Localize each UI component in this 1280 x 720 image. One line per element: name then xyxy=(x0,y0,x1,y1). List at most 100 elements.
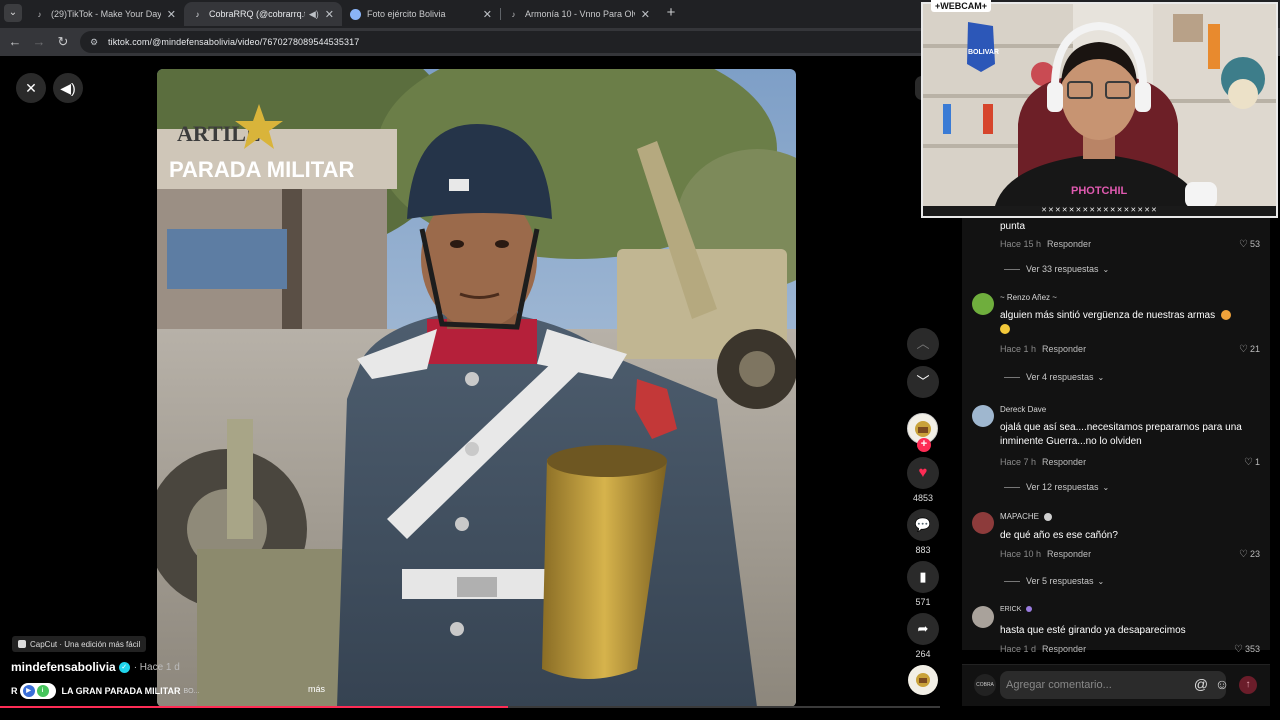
tab-cobrarrq[interactable]: ♪ CobraRRQ (@cobrarrq.tk) | ◀) ✕ xyxy=(184,2,342,26)
comment-meta: Hace 1 h Responder xyxy=(1000,344,1086,354)
ministry-emblem-icon xyxy=(916,673,930,687)
comment-meta: Hace 10 h Responder xyxy=(1000,549,1091,559)
webcam-label: +WEBCAM+ xyxy=(931,0,992,12)
like-button[interactable]: ♥ xyxy=(907,457,939,489)
forward-button[interactable]: → xyxy=(30,33,48,51)
site-info-icon[interactable]: ⚙ xyxy=(88,36,100,48)
music-disc[interactable] xyxy=(908,665,938,695)
tab-search-button[interactable]: ⌄ xyxy=(4,4,22,22)
close-tab-icon[interactable]: ✕ xyxy=(483,8,492,21)
share-button[interactable]: ➦ xyxy=(907,613,939,645)
close-tab-icon[interactable]: ✕ xyxy=(167,8,176,21)
reply-button[interactable]: Responder xyxy=(1047,549,1091,559)
follow-button[interactable]: + xyxy=(917,438,931,452)
raccoon-emoji-icon xyxy=(1044,512,1053,521)
share-count: 264 xyxy=(915,649,931,659)
comment-text: de qué año es ese cañón? xyxy=(1000,530,1118,541)
comment-like-count: 53 xyxy=(1249,239,1260,249)
view-replies-label: Ver 12 respuestas xyxy=(1026,482,1099,492)
caption-prefix: R xyxy=(11,686,18,696)
avatar[interactable] xyxy=(972,606,994,628)
emoji-picker-icon[interactable]: ☺ xyxy=(1214,676,1230,692)
comment-time: Hace 1 d xyxy=(1000,644,1037,654)
capcut-icon xyxy=(18,640,26,648)
heart-outline-icon: ♡ xyxy=(1234,644,1243,655)
chevron-down-icon: ⌄ xyxy=(1097,373,1105,382)
webcam-overlay: BOLIVAR PHOTCHIL xyxy=(921,2,1278,218)
reload-button[interactable]: ↻ xyxy=(54,33,72,51)
comment-username: MAPACHE xyxy=(1000,512,1039,521)
tab-title: (29)TikTok - Make Your Day xyxy=(51,9,161,19)
comment-like-button[interactable]: ♡ 53 xyxy=(1239,239,1260,250)
more-link[interactable]: más xyxy=(308,684,325,694)
globe-icon xyxy=(350,8,361,20)
comment-like-button[interactable]: ♡ 1 xyxy=(1244,457,1260,468)
next-video-button[interactable]: ﹀ xyxy=(907,366,939,398)
play-icon: ▶ xyxy=(22,685,35,697)
view-replies-button[interactable]: Ver 5 respuestas ⌄ xyxy=(1004,576,1104,586)
comment-like-button[interactable]: ♡ 353 xyxy=(1234,644,1260,655)
webcam-flag-text: BOLIVAR xyxy=(968,49,999,56)
comment-item: Dereck Dave ojalá que así sea....necesit… xyxy=(962,405,1270,501)
comment-like-button[interactable]: ♡ 23 xyxy=(1239,549,1260,560)
reply-button[interactable]: Responder xyxy=(1047,239,1091,249)
author-row: mindefensabolivia ✓ · Hace 1 d xyxy=(11,660,180,674)
reply-button[interactable]: Responder xyxy=(1042,457,1086,467)
my-avatar[interactable]: COBRA xyxy=(974,674,996,696)
comment-text: hasta que esté girando ya desaparecimos xyxy=(1000,625,1186,636)
reply-button[interactable]: Responder xyxy=(1042,644,1086,654)
volume-button[interactable]: ◀) xyxy=(53,73,83,103)
video-player[interactable]: PARADA MILITAR ARTILL xyxy=(157,69,796,707)
creator-avatar[interactable]: + xyxy=(907,413,938,452)
close-tab-icon[interactable]: ✕ xyxy=(641,8,650,21)
close-tab-icon[interactable]: ✕ xyxy=(325,8,334,21)
bookmark-button[interactable]: ▮ xyxy=(907,561,939,593)
caption: R ▶ i LA GRAN PARADA MILITAR BO... xyxy=(11,683,199,699)
comment-meta: Hace 1 d Responder xyxy=(1000,644,1086,654)
avatar[interactable] xyxy=(972,512,994,534)
new-tab-button[interactable]: + xyxy=(662,4,680,22)
comment-like-button[interactable]: ♡ 21 xyxy=(1239,344,1260,355)
webcam-bottom-strip: ✕✕✕✕✕✕✕✕✕✕✕✕✕✕✕✕✕ xyxy=(923,206,1276,216)
comment-like-count: 21 xyxy=(1249,344,1260,354)
heart-outline-icon: ♡ xyxy=(1239,239,1248,250)
comment-text: punta xyxy=(1000,221,1026,232)
view-replies-button[interactable]: Ver 12 respuestas ⌄ xyxy=(1004,482,1109,492)
comment-user[interactable]: ERICK xyxy=(1000,606,1033,613)
tab-tiktok-home[interactable]: ♪ (29)TikTok - Make Your Day ✕ xyxy=(26,2,184,26)
avatar[interactable] xyxy=(972,405,994,427)
comment-meta: Hace 7 h Responder xyxy=(1000,457,1086,467)
back-button[interactable]: ← xyxy=(6,33,24,51)
comment-user[interactable]: MAPACHE xyxy=(1000,512,1053,521)
ministry-emblem-icon xyxy=(914,420,931,437)
mention-icon[interactable]: @ xyxy=(1193,676,1209,692)
close-video-button[interactable]: ✕ xyxy=(16,73,46,103)
replies-line xyxy=(1004,269,1020,271)
capcut-badge[interactable]: CapCut · Una edición más fácil xyxy=(12,636,147,652)
view-replies-label: Ver 33 respuestas xyxy=(1026,264,1099,274)
reply-button[interactable]: Responder xyxy=(1042,344,1086,354)
heart-outline-icon: ♡ xyxy=(1239,549,1248,560)
replies-line xyxy=(1004,581,1020,583)
view-replies-button[interactable]: Ver 33 respuestas ⌄ xyxy=(1004,264,1109,274)
comment-user[interactable]: ~ Renzo Añez ~ xyxy=(1000,293,1057,302)
previous-video-button[interactable]: ︿ xyxy=(907,328,939,360)
webcam-feed-image: BOLIVAR PHOTCHIL xyxy=(923,4,1276,216)
comment-button[interactable]: 💬 xyxy=(907,509,939,541)
avatar[interactable] xyxy=(972,293,994,315)
tab-armonia[interactable]: ♪ Armonía 10 - Vnno Para Olvida ✕ xyxy=(500,2,658,26)
author-name[interactable]: mindefensabolivia xyxy=(11,660,116,674)
send-comment-button[interactable]: ↑ xyxy=(1239,676,1257,694)
comment-user[interactable]: Dereck Dave xyxy=(1000,405,1046,414)
video-progress-bar[interactable] xyxy=(0,706,940,708)
comment-time: Hace 10 h xyxy=(1000,549,1042,559)
comment-item: ~ Renzo Añez ~ alguien más sintió vergüe… xyxy=(962,293,1270,389)
verified-icon: ✓ xyxy=(118,661,130,673)
comment-input-bar: COBRA Agregar comentario... @ ☺ ↑ xyxy=(962,664,1270,706)
speaker-icon[interactable]: ◀) xyxy=(309,9,319,20)
tab-foto-ejercito[interactable]: Foto ejército Bolivia ✕ xyxy=(342,2,500,26)
address-bar[interactable]: ⚙ tiktok.com/@mindefensabolivia/video/76… xyxy=(80,31,940,53)
comment-count: 883 xyxy=(915,545,931,555)
comment-time: Hace 15 h xyxy=(1000,239,1042,249)
view-replies-button[interactable]: Ver 4 respuestas ⌄ xyxy=(1004,372,1104,382)
